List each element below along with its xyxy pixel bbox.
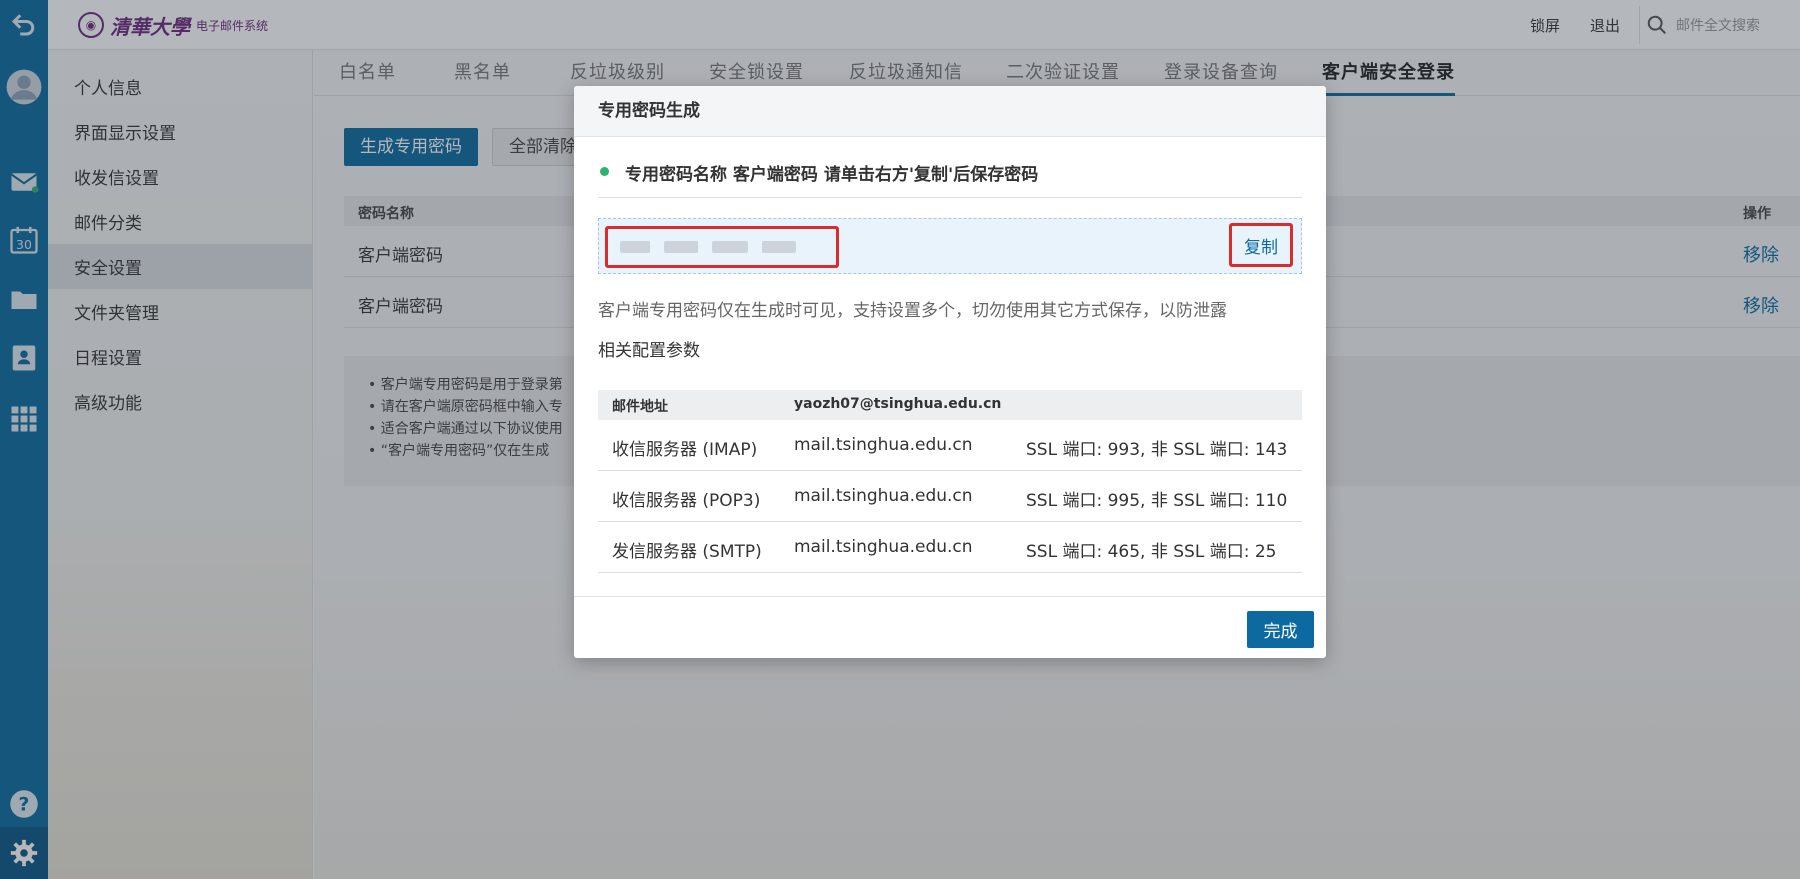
- server-label: 收信服务器 (IMAP): [612, 440, 758, 460]
- notice-text: 专用密码名称 客户端密码 请单击右方'复制'后保存密码: [625, 165, 1039, 185]
- config-header: 邮件地址 yaozh07@tsinghua.edu.cn: [598, 390, 1302, 420]
- email-address: yaozh07@tsinghua.edu.cn: [794, 396, 1002, 412]
- dialog-footer: 完成: [574, 596, 1326, 658]
- config-row: 收信服务器 (IMAP) mail.tsinghua.edu.cn SSL 端口…: [598, 420, 1302, 471]
- generated-password-field[interactable]: [605, 226, 839, 268]
- masked-chars: [762, 241, 796, 253]
- dialog-notice: 专用密码名称 客户端密码 请单击右方'复制'后保存密码: [598, 160, 1302, 198]
- server-host: mail.tsinghua.edu.cn: [794, 537, 973, 557]
- masked-chars: [620, 241, 650, 253]
- server-label: 发信服务器 (SMTP): [612, 542, 762, 562]
- server-ports: SSL 端口: 465, 非 SSL 端口: 25: [1026, 542, 1277, 562]
- masked-chars: [664, 241, 698, 253]
- done-button[interactable]: 完成: [1247, 611, 1314, 648]
- masked-chars: [712, 241, 748, 253]
- server-host: mail.tsinghua.edu.cn: [794, 435, 973, 455]
- server-label: 收信服务器 (POP3): [612, 491, 761, 511]
- server-host: mail.tsinghua.edu.cn: [794, 486, 973, 506]
- dialog-title: 专用密码生成: [574, 86, 1326, 137]
- email-label: 邮件地址: [612, 399, 668, 415]
- config-title: 相关配置参数: [598, 341, 700, 361]
- server-ports: SSL 端口: 993, 非 SSL 端口: 143: [1026, 440, 1288, 460]
- copy-button[interactable]: 复制: [1229, 223, 1293, 267]
- status-dot-icon: [600, 167, 609, 176]
- password-hint: 客户端专用密码仅在生成时可见，支持设置多个，切勿使用其它方式保存，以防泄露: [598, 301, 1227, 321]
- config-row: 发信服务器 (SMTP) mail.tsinghua.edu.cn SSL 端口…: [598, 522, 1302, 573]
- server-ports: SSL 端口: 995, 非 SSL 端口: 110: [1026, 491, 1288, 511]
- generated-password-box: 复制: [598, 218, 1302, 274]
- config-table: 邮件地址 yaozh07@tsinghua.edu.cn 收信服务器 (IMAP…: [598, 390, 1302, 573]
- password-dialog: 专用密码生成 专用密码名称 客户端密码 请单击右方'复制'后保存密码 复制 客户…: [574, 86, 1326, 658]
- config-row: 收信服务器 (POP3) mail.tsinghua.edu.cn SSL 端口…: [598, 471, 1302, 522]
